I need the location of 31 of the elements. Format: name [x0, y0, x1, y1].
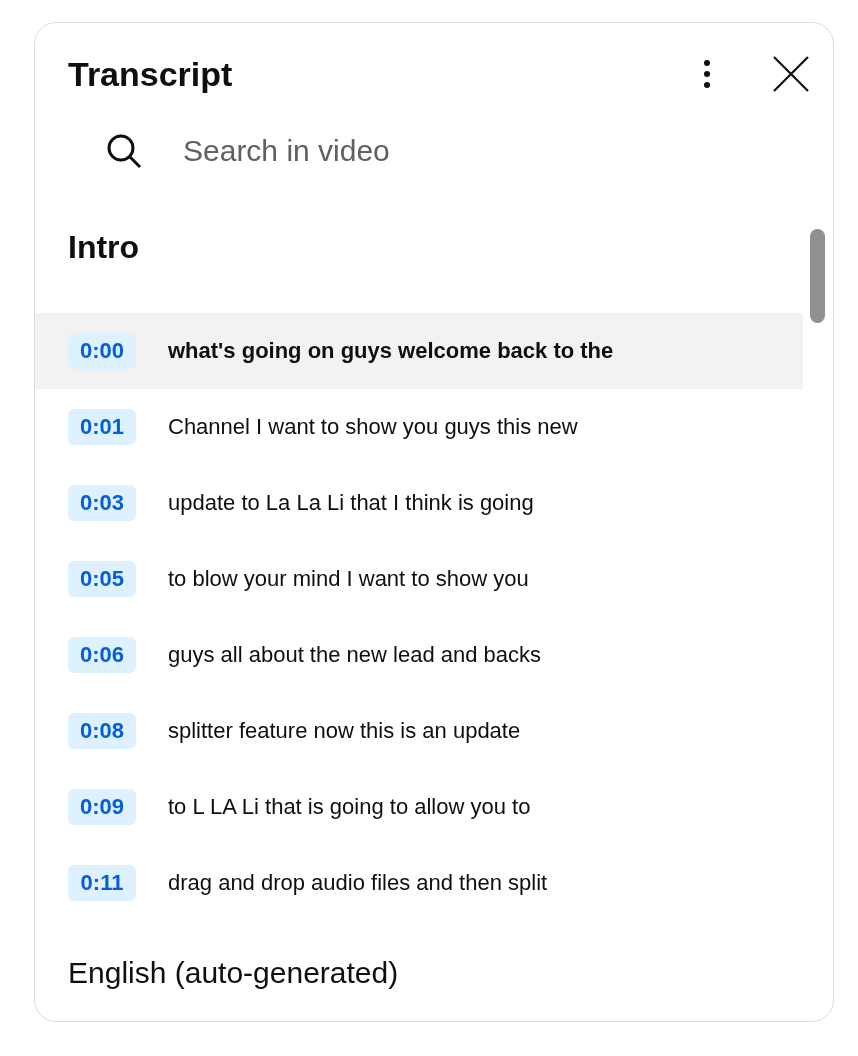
- transcript-segment[interactable]: 0:05 to blow your mind I want to show you: [35, 541, 803, 617]
- more-options-icon[interactable]: [703, 59, 711, 89]
- segment-text: what's going on guys welcome back to the: [168, 338, 614, 364]
- segment-text: drag and drop audio files and then split: [168, 870, 548, 896]
- timestamp[interactable]: 0:11: [68, 865, 136, 901]
- segment-text: splitter feature now this is an update: [168, 718, 521, 744]
- transcript-segment[interactable]: 0:03 update to La La Li that I think is going: [35, 465, 803, 541]
- segment-text: Channel I want to show you guys this new: [168, 414, 578, 440]
- close-icon[interactable]: [773, 56, 809, 92]
- transcript-segment[interactable]: 0:01 Channel I want to show you guys this new: [35, 389, 803, 465]
- segment-text: guys all about the new lead and backs: [168, 642, 542, 668]
- section-heading: Intro: [67, 228, 141, 267]
- timestamp[interactable]: 0:00: [68, 333, 136, 369]
- panel-title: Transcript: [68, 54, 234, 94]
- segment-text: to L LA Li that is going to allow you to: [168, 794, 531, 820]
- timestamp[interactable]: 0:03: [68, 485, 136, 521]
- segment-text: update to La La Li that I think is going: [168, 490, 534, 516]
- timestamp[interactable]: 0:09: [68, 789, 136, 825]
- timestamp[interactable]: 0:05: [68, 561, 136, 597]
- scrollbar[interactable]: [810, 229, 825, 323]
- transcript-segment[interactable]: 0:08 splitter feature now this is an update: [35, 693, 803, 769]
- transcript-segment[interactable]: 0:09 to L LA Li that is going to allow you to: [35, 769, 803, 845]
- timestamp[interactable]: 0:01: [68, 409, 136, 445]
- transcript-segment[interactable]: 0:06 guys all about the new lead and backs: [35, 617, 803, 693]
- transcript-segment[interactable]: 0:00 what's going on guys welcome back to the: [35, 313, 803, 389]
- timestamp[interactable]: 0:06: [68, 637, 136, 673]
- segment-text: to blow your mind I want to show you: [168, 566, 529, 592]
- transcript-segment[interactable]: 0:11 drag and drop audio files and then split: [35, 845, 803, 921]
- language-selector[interactable]: English (auto-generated): [35, 925, 833, 1021]
- timestamp[interactable]: 0:08: [68, 713, 136, 749]
- search-field[interactable]: Search in video: [181, 133, 685, 169]
